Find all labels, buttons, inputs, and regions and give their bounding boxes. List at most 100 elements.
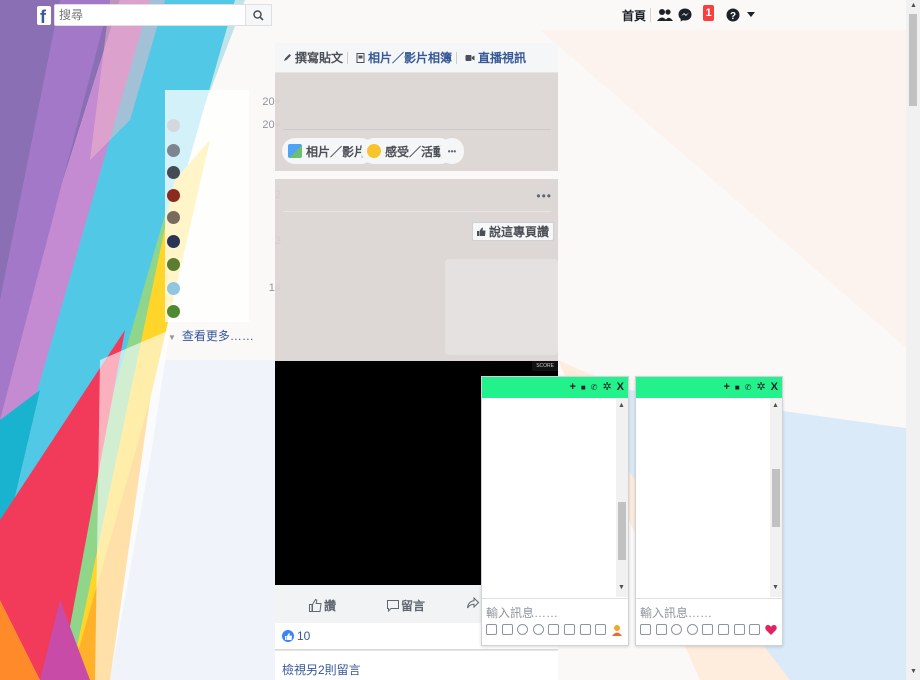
sidebar-item[interactable]: 20+	[165, 94, 281, 112]
chat-scroll-thumb[interactable]	[772, 468, 780, 527]
sticker-icon[interactable]	[640, 624, 651, 635]
facebook-logo[interactable]: f	[37, 6, 51, 25]
scroll-up-icon[interactable]: ▲	[910, 2, 917, 9]
chat-message-area[interactable]: ▲ ▼	[482, 398, 628, 597]
search-icon	[253, 9, 264, 21]
smiley-icon	[367, 144, 381, 158]
attach-icon[interactable]	[702, 624, 714, 635]
scroll-down-icon[interactable]: ▼	[772, 584, 779, 591]
smiley-icon[interactable]	[686, 624, 698, 635]
phone-icon[interactable]: ✆	[591, 383, 598, 392]
thumbs-up-icon	[477, 227, 486, 236]
home-link[interactable]: 首頁	[616, 7, 652, 25]
chat-toolbar	[640, 624, 778, 637]
video-camera-icon	[465, 54, 475, 61]
sidebar-item[interactable]	[165, 209, 265, 227]
sidebar-item[interactable]: 3	[165, 233, 281, 251]
add-people-icon[interactable]: +	[569, 382, 575, 393]
help-icon[interactable]: ?	[725, 7, 741, 23]
sidebar-item[interactable]: 14	[165, 280, 281, 298]
sidebar-item[interactable]	[165, 303, 265, 321]
share-icon	[467, 597, 479, 609]
friends-icon[interactable]	[657, 7, 673, 23]
caret-down-icon[interactable]	[743, 7, 759, 23]
page-scrollbar[interactable]: ▲ ▼	[906, 0, 920, 680]
chat-toolbar	[486, 624, 624, 637]
svg-text:?: ?	[730, 11, 736, 22]
page-scroll-thumb[interactable]	[909, 14, 917, 106]
left-sidebar: 20+ 20+ 2 3 14	[165, 90, 281, 322]
settings-icon[interactable]: ✲	[756, 382, 765, 393]
add-people-icon[interactable]: +	[723, 382, 729, 393]
share-button[interactable]	[467, 597, 479, 609]
scroll-up-icon[interactable]: ▲	[772, 402, 779, 409]
gif-icon[interactable]	[655, 624, 667, 635]
attach-icon[interactable]	[548, 624, 560, 635]
tab-live-video[interactable]: 直播視訊	[461, 49, 530, 67]
photo-icon	[288, 144, 302, 158]
chat-scrollbar[interactable]: ▲ ▼	[616, 398, 628, 597]
smiley-icon[interactable]	[532, 624, 544, 635]
settings-icon[interactable]: ✲	[602, 382, 611, 393]
chat-message-input[interactable]: 輸入訊息……	[482, 598, 628, 620]
sidebar-item[interactable]	[165, 164, 265, 182]
sidebar-item[interactable]	[165, 142, 265, 160]
camera-icon[interactable]	[563, 624, 575, 635]
sticker-icon[interactable]	[486, 624, 497, 635]
game-icon[interactable]	[579, 624, 591, 635]
see-more-link[interactable]: ▼ 查看更多……	[168, 327, 254, 344]
post-options-button[interactable]: •••	[536, 189, 552, 203]
tab-photo-album[interactable]: 相片／影片相簿	[352, 49, 461, 67]
chat-scroll-thumb[interactable]	[618, 502, 626, 561]
messenger-icon[interactable]	[677, 7, 693, 23]
chat-message-area[interactable]: ▲ ▼	[636, 398, 782, 597]
video-call-icon[interactable]: ■	[581, 383, 586, 392]
gif-icon[interactable]	[501, 624, 513, 635]
video-call-icon[interactable]: ■	[735, 383, 740, 392]
avatar	[167, 305, 180, 318]
thumbs-up-icon[interactable]	[611, 624, 624, 637]
payment-icon[interactable]	[749, 624, 761, 635]
sidebar-item[interactable]: 20+	[165, 117, 281, 135]
phone-icon[interactable]: ✆	[745, 383, 752, 392]
avatar	[167, 282, 180, 295]
like-button[interactable]: 讚	[309, 597, 336, 614]
caret-down-icon: ▼	[168, 333, 176, 342]
video-score-tag: SCORE	[532, 361, 558, 371]
avatar	[167, 258, 180, 271]
chat-message-input[interactable]: 輸入訊息……	[636, 598, 782, 620]
like-page-button[interactable]: 說這專頁讚	[472, 222, 555, 241]
close-icon[interactable]: X	[617, 382, 624, 393]
nav-divider	[650, 8, 651, 22]
search-button[interactable]	[246, 4, 272, 26]
view-more-comments-link[interactable]: 檢視另2則留言	[275, 650, 558, 680]
comment-button[interactable]: 留言	[387, 597, 425, 614]
notifications-badge[interactable]: 1	[703, 5, 714, 21]
camera-icon[interactable]	[717, 624, 729, 635]
search-input[interactable]	[55, 5, 245, 25]
chat-header[interactable]: + ■ ✆ ✲ X	[636, 377, 782, 398]
avatar	[167, 189, 180, 202]
payment-icon[interactable]	[595, 624, 607, 635]
post-divider	[283, 211, 551, 212]
top-bar: f 首頁 1 ?	[0, 0, 906, 30]
avatar	[167, 235, 180, 248]
sidebar-item[interactable]	[165, 256, 265, 274]
emoji-icon[interactable]	[517, 624, 529, 635]
heart-icon[interactable]	[765, 624, 778, 637]
chat-window-1: + ■ ✆ ✲ X ▲ ▼ 輸入訊息……	[481, 376, 629, 646]
avatar	[167, 166, 180, 179]
sidebar-item[interactable]: 2	[165, 187, 281, 205]
chat-scrollbar[interactable]: ▲ ▼	[770, 398, 782, 597]
composer-more-button[interactable]: •••	[440, 138, 464, 164]
tab-write-post[interactable]: 撰寫貼文	[279, 49, 352, 67]
comment-icon	[387, 599, 399, 612]
scroll-down-icon[interactable]: ▼	[910, 668, 917, 675]
scroll-up-icon[interactable]: ▲	[618, 402, 625, 409]
game-icon[interactable]	[733, 624, 745, 635]
chat-header[interactable]: + ■ ✆ ✲ X	[482, 377, 628, 398]
scroll-down-icon[interactable]: ▼	[618, 584, 625, 591]
close-icon[interactable]: X	[771, 382, 778, 393]
emoji-icon[interactable]	[671, 624, 683, 635]
like-reaction-icon	[282, 630, 294, 642]
